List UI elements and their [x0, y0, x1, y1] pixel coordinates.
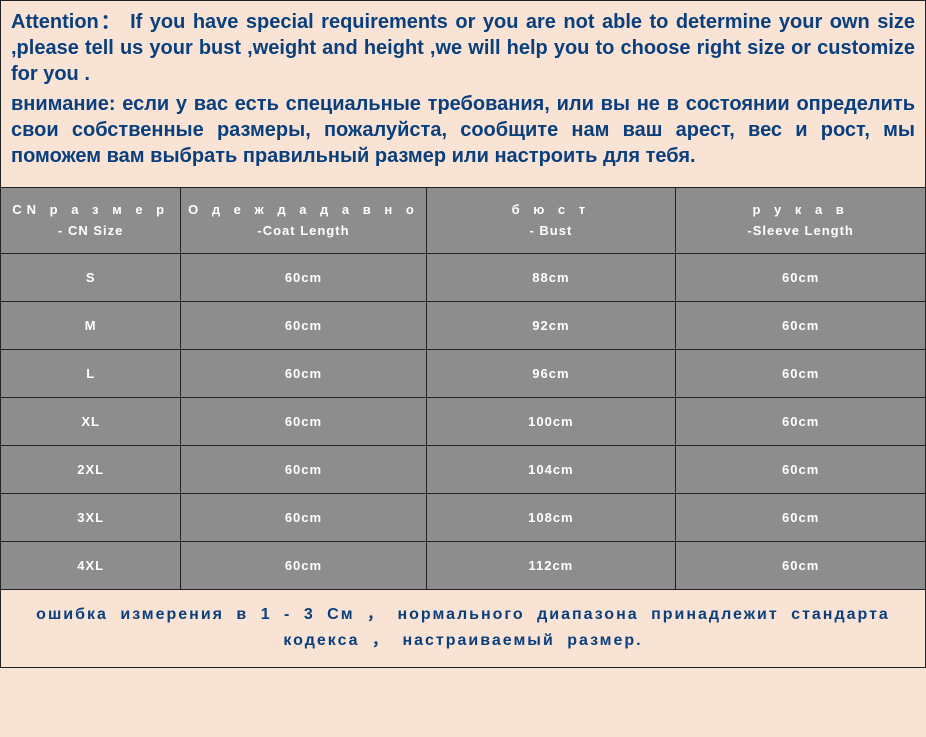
cell-bust: 108cm [426, 494, 676, 542]
cell-bust: 112cm [426, 542, 676, 590]
header-coat-en: -Coat Length [181, 221, 425, 242]
cell-size: M [1, 302, 181, 350]
attention-text-ru: внимание: если у вас есть специальные тр… [11, 91, 915, 169]
cell-sleeve: 60cm [676, 542, 926, 590]
table-row: XL 60cm 100cm 60cm [1, 398, 926, 446]
cell-size: L [1, 350, 181, 398]
cell-sleeve: 60cm [676, 494, 926, 542]
header-bust-ru: б ю с т [427, 200, 676, 221]
cell-coat: 60cm [181, 350, 426, 398]
header-sleeve-en: -Sleeve Length [676, 221, 925, 242]
header-sleeve-length: р у к а в -Sleeve Length [676, 188, 926, 254]
cell-size: S [1, 254, 181, 302]
cell-coat: 60cm [181, 398, 426, 446]
cell-bust: 88cm [426, 254, 676, 302]
cell-coat: 60cm [181, 542, 426, 590]
cell-sleeve: 60cm [676, 302, 926, 350]
table-header-row: CN р а з м е р - CN Size О д е ж д а д а… [1, 188, 926, 254]
header-bust-en: - Bust [427, 221, 676, 242]
table-row: 2XL 60cm 104cm 60cm [1, 446, 926, 494]
header-coat-ru: О д е ж д а д а в н о [181, 200, 425, 221]
table-row: 3XL 60cm 108cm 60cm [1, 494, 926, 542]
table-row: M 60cm 92cm 60cm [1, 302, 926, 350]
cell-size: 2XL [1, 446, 181, 494]
table-row: S 60cm 88cm 60cm [1, 254, 926, 302]
cell-coat: 60cm [181, 494, 426, 542]
size-table: CN р а з м е р - CN Size О д е ж д а д а… [0, 187, 926, 590]
header-sleeve-ru: р у к а в [676, 200, 925, 221]
cell-coat: 60cm [181, 254, 426, 302]
cell-coat: 60cm [181, 446, 426, 494]
cell-sleeve: 60cm [676, 254, 926, 302]
header-size: CN р а з м е р - CN Size [1, 188, 181, 254]
table-row: L 60cm 96cm 60cm [1, 350, 926, 398]
attention-block: Attention： If you have special requireme… [0, 0, 926, 187]
cell-sleeve: 60cm [676, 446, 926, 494]
header-size-ru: CN р а з м е р [1, 200, 180, 221]
measurement-error-note: ошибка измерения в 1 - 3 См ， нормальног… [0, 590, 926, 668]
cell-size: 4XL [1, 542, 181, 590]
cell-sleeve: 60cm [676, 398, 926, 446]
size-chart-document: Attention： If you have special requireme… [0, 0, 926, 737]
table-row: 4XL 60cm 112cm 60cm [1, 542, 926, 590]
cell-bust: 104cm [426, 446, 676, 494]
attention-text-en: Attention： If you have special requireme… [11, 9, 915, 87]
header-bust: б ю с т - Bust [426, 188, 676, 254]
cell-size: 3XL [1, 494, 181, 542]
cell-bust: 96cm [426, 350, 676, 398]
header-coat-length: О д е ж д а д а в н о -Coat Length [181, 188, 426, 254]
cell-bust: 92cm [426, 302, 676, 350]
cell-sleeve: 60cm [676, 350, 926, 398]
header-size-en: - CN Size [1, 221, 180, 242]
cell-size: XL [1, 398, 181, 446]
cell-bust: 100cm [426, 398, 676, 446]
cell-coat: 60cm [181, 302, 426, 350]
